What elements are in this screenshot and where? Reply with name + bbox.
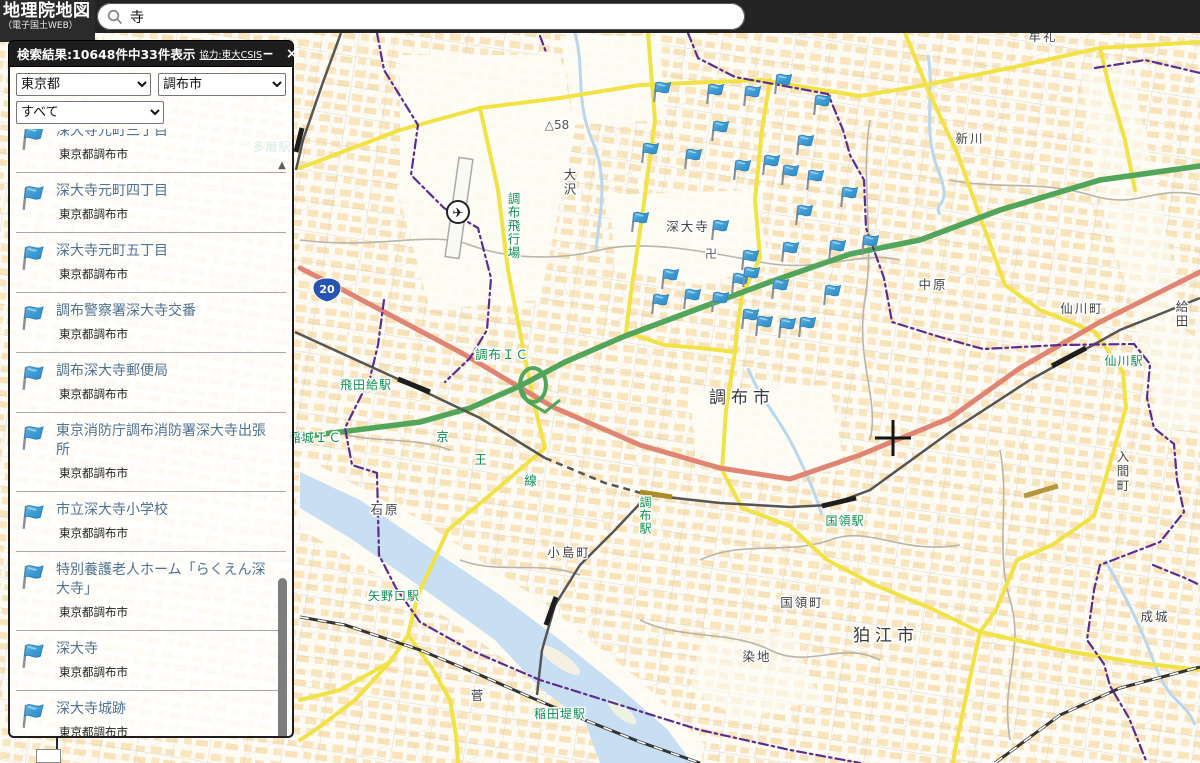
search-input[interactable] [130, 8, 735, 25]
flag-icon [20, 501, 56, 541]
result-address: 東京都調布市 [59, 665, 128, 679]
result-list: 深大寺元町三丁目 東京都調布市 深大寺元町四丁目 東京都調布市 深大寺元町五丁目… [16, 129, 286, 738]
svg-text:✈: ✈ [453, 206, 464, 221]
prefecture-select[interactable]: 東京都 [16, 73, 151, 96]
result-name[interactable]: 深大寺元町三丁目 [56, 129, 168, 141]
app-subtitle: （電子国土WEB） [3, 21, 78, 31]
map-label: 深大寺 [666, 219, 710, 234]
panel-title: 検索結果:10648件中33件表示 [17, 47, 196, 62]
result-address: 東京都調布市 [59, 147, 128, 161]
flag-icon [20, 362, 56, 402]
result-name[interactable]: 調布警察署深大寺交番 [56, 302, 196, 321]
flag-icon [20, 640, 56, 680]
map-label: 調布飛行場 [506, 192, 521, 260]
map-label: 王 [474, 452, 488, 467]
flag-icon [20, 182, 56, 222]
map-label: 国領駅 [825, 513, 864, 528]
app-logo[interactable]: 地理院地図 （電子国土WEB） [0, 0, 95, 42]
result-address: 東京都調布市 [59, 387, 128, 401]
map-label: 小島町 [547, 545, 591, 560]
map-label: 入間町 [1115, 450, 1130, 494]
result-name[interactable]: 深大寺城跡 [56, 700, 128, 719]
result-list-item[interactable]: 深大寺元町三丁目 東京都調布市 [16, 129, 286, 173]
map-label: 飛田給駅 [340, 378, 392, 392]
map-label: 稲城ＩＣ [288, 430, 342, 445]
map-label: 給田 [1174, 300, 1189, 329]
scroll-thumb[interactable] [278, 578, 287, 736]
result-list-item[interactable]: 調布警察署深大寺交番 東京都調布市 [16, 293, 286, 353]
result-address: 東京都調布市 [59, 207, 128, 221]
result-address: 東京都調布市 [59, 605, 128, 619]
result-address: 東京都調布市 [59, 526, 128, 540]
map-label: 稲田堤駅 [534, 707, 586, 721]
map-label: 調布市 [709, 388, 775, 408]
map-label: 染地 [742, 649, 771, 664]
map-label: 狛江市 [853, 626, 919, 646]
result-list-item[interactable]: 深大寺元町四丁目 東京都調布市 [16, 173, 286, 233]
map-label: 大沢 [562, 168, 577, 197]
map-label: △58 [545, 118, 570, 132]
credit-link[interactable]: 協力:東大CSIS [199, 47, 262, 61]
map-label: 菅 [471, 688, 486, 703]
flag-icon [20, 242, 56, 282]
result-list-item[interactable]: 深大寺城跡 東京都調布市 [16, 691, 286, 738]
scrollbar: ▲ ▼ [276, 160, 289, 736]
result-name[interactable]: 調布深大寺郵便局 [56, 362, 168, 381]
city-select[interactable]: 調布市 [157, 73, 286, 96]
panel-header[interactable]: 検索結果:10648件中33件表示 協力:東大CSIS − × [8, 40, 298, 67]
category-select[interactable]: すべて [16, 101, 164, 124]
map-label: 石原 [370, 502, 399, 517]
zoom-control-partial[interactable] [36, 749, 61, 763]
gsi-maps-app: ✈ 20 調布市 狛江市 深大寺 新川 牟礼 中原 仙川町 石原 小島町 国領町 染地 成城菅大沢 給田… [0, 0, 1200, 763]
map-label: 卍 [705, 247, 717, 261]
svg-text:20: 20 [319, 283, 335, 296]
search-icon [107, 9, 123, 24]
result-name[interactable]: 特別養護老人ホーム「らくえん深大寺」 [56, 561, 268, 599]
map-label: 矢野口駅 [368, 589, 420, 603]
close-icon[interactable]: × [286, 46, 298, 62]
result-list-item[interactable]: 深大寺元町五丁目 東京都調布市 [16, 233, 286, 293]
search-results-panel: 検索結果:10648件中33件表示 協力:東大CSIS − × 東京都 調布市 … [8, 40, 298, 738]
flag-icon [20, 302, 56, 342]
result-name[interactable]: 市立深大寺小学校 [56, 501, 168, 520]
flag-icon [20, 422, 56, 481]
map-label: 調布駅 [638, 496, 652, 535]
map-label: 仙川町 [1060, 301, 1104, 316]
result-address: 東京都調布市 [59, 267, 128, 281]
result-address: 東京都調布市 [59, 725, 128, 738]
result-name[interactable]: 東京消防庁調布消防署深大寺出張所 [56, 422, 268, 460]
scroll-up-arrow[interactable]: ▲ [276, 160, 288, 172]
map-label: 仙川駅 [1104, 354, 1143, 368]
flag-icon [20, 129, 56, 162]
scale-tick [56, 737, 58, 749]
map-label: 線 [524, 473, 538, 488]
result-name[interactable]: 深大寺元町四丁目 [56, 182, 168, 201]
result-list-item[interactable]: 調布深大寺郵便局 東京都調布市 [16, 353, 286, 413]
minimize-button[interactable]: − [262, 47, 274, 61]
result-address: 東京都調布市 [59, 327, 128, 341]
result-address: 東京都調布市 [59, 466, 128, 480]
result-name[interactable]: 深大寺元町五丁目 [56, 242, 168, 261]
result-name[interactable]: 深大寺 [56, 640, 128, 659]
result-list-item[interactable]: 東京消防庁調布消防署深大寺出張所 東京都調布市 [16, 413, 286, 492]
map-label: 京 [436, 429, 450, 444]
result-list-item[interactable]: 市立深大寺小学校 東京都調布市 [16, 492, 286, 552]
result-list-item[interactable]: 特別養護老人ホーム「らくえん深大寺」 東京都調布市 [16, 552, 286, 631]
map-label: 調布ＩＣ [475, 347, 529, 362]
panel-body: 東京都 調布市 すべて 深大寺元町三丁目 東京都調布市 深大寺元町四丁目 東京都… [8, 67, 294, 738]
flag-icon [20, 561, 56, 620]
flag-icon [20, 700, 56, 738]
map-label: 成城 [1140, 609, 1169, 624]
map-label: 国領町 [780, 595, 824, 610]
map-label: 中原 [918, 277, 947, 292]
search-bar[interactable] [97, 3, 745, 30]
app-title: 地理院地図 [3, 1, 91, 21]
map-label: 新川 [955, 131, 984, 146]
result-list-item[interactable]: 深大寺 東京都調布市 [16, 631, 286, 691]
